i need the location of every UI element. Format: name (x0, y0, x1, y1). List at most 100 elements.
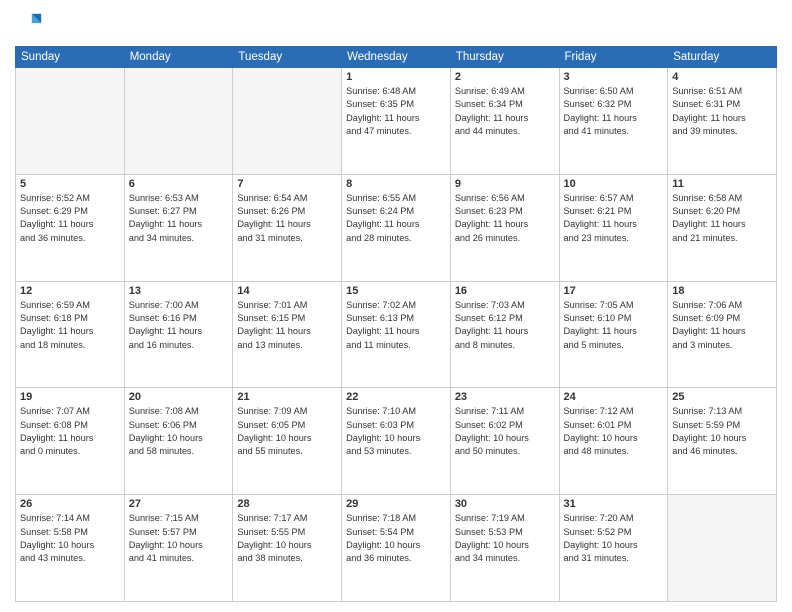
calendar-cell: 24 Sunrise: 7:12 AMSunset: 6:01 PMDayligh… (559, 388, 668, 495)
calendar-cell: 25 Sunrise: 7:13 AMSunset: 5:59 PMDayligh… (668, 388, 777, 495)
calendar-cell: 23 Sunrise: 7:11 AMSunset: 6:02 PMDayligh… (450, 388, 559, 495)
calendar-cell: 11 Sunrise: 6:58 AMSunset: 6:20 PMDayligh… (668, 174, 777, 281)
day-info: Sunrise: 6:49 AMSunset: 6:34 PMDaylight:… (455, 85, 555, 138)
day-info: Sunrise: 6:52 AMSunset: 6:29 PMDaylight:… (20, 192, 120, 245)
day-number: 16 (455, 285, 555, 297)
calendar-cell: 16 Sunrise: 7:03 AMSunset: 6:12 PMDayligh… (450, 281, 559, 388)
day-number: 3 (564, 71, 664, 83)
week-row-4: 19 Sunrise: 7:07 AMSunset: 6:08 PMDayligh… (16, 388, 777, 495)
calendar-table: SundayMondayTuesdayWednesdayThursdayFrid… (15, 46, 777, 602)
day-number: 2 (455, 71, 555, 83)
calendar-cell: 28 Sunrise: 7:17 AMSunset: 5:55 PMDayligh… (233, 495, 342, 602)
calendar-cell: 6 Sunrise: 6:53 AMSunset: 6:27 PMDaylight… (124, 174, 233, 281)
day-number: 6 (129, 178, 229, 190)
calendar-cell: 9 Sunrise: 6:56 AMSunset: 6:23 PMDaylight… (450, 174, 559, 281)
day-number: 17 (564, 285, 664, 297)
calendar-cell: 13 Sunrise: 7:00 AMSunset: 6:16 PMDayligh… (124, 281, 233, 388)
week-row-1: 1 Sunrise: 6:48 AMSunset: 6:35 PMDaylight… (16, 68, 777, 175)
weekday-header-tuesday: Tuesday (233, 47, 342, 68)
calendar-cell: 19 Sunrise: 7:07 AMSunset: 6:08 PMDayligh… (16, 388, 125, 495)
calendar-cell: 20 Sunrise: 7:08 AMSunset: 6:06 PMDayligh… (124, 388, 233, 495)
calendar-cell: 29Sunrise: 7:18 AMSunset: 5:54 PMDayligh… (342, 495, 451, 602)
calendar-cell: 15Sunrise: 7:02 AMSunset: 6:13 PMDayligh… (342, 281, 451, 388)
day-number: 22 (346, 391, 446, 403)
week-row-2: 5 Sunrise: 6:52 AMSunset: 6:29 PMDaylight… (16, 174, 777, 281)
day-info: Sunrise: 6:59 AMSunset: 6:18 PMDaylight:… (20, 299, 120, 352)
day-info: Sunrise: 7:12 AMSunset: 6:01 PMDaylight:… (564, 405, 664, 458)
calendar-cell: 12 Sunrise: 6:59 AMSunset: 6:18 PMDayligh… (16, 281, 125, 388)
day-number: 14 (237, 285, 337, 297)
day-number: 18 (672, 285, 772, 297)
day-number: 29 (346, 498, 446, 510)
calendar-cell: 30 Sunrise: 7:19 AMSunset: 5:53 PMDayligh… (450, 495, 559, 602)
day-number: 9 (455, 178, 555, 190)
calendar-cell: 8 Sunrise: 6:55 AMSunset: 6:24 PMDaylight… (342, 174, 451, 281)
day-info: Sunrise: 7:14 AMSunset: 5:58 PMDaylight:… (20, 512, 120, 565)
day-info: Sunrise: 6:55 AMSunset: 6:24 PMDaylight:… (346, 192, 446, 245)
calendar-cell: 4 Sunrise: 6:51 AMSunset: 6:31 PMDaylight… (668, 68, 777, 175)
day-number: 21 (237, 391, 337, 403)
day-number: 8 (346, 178, 446, 190)
calendar-cell: 2 Sunrise: 6:49 AMSunset: 6:34 PMDaylight… (450, 68, 559, 175)
day-number: 24 (564, 391, 664, 403)
day-number: 19 (20, 391, 120, 403)
day-info: Sunrise: 6:48 AMSunset: 6:35 PMDaylight:… (346, 85, 446, 138)
day-number: 1 (346, 71, 446, 83)
day-info: Sunrise: 7:20 AMSunset: 5:52 PMDaylight:… (564, 512, 664, 565)
day-info: Sunrise: 7:00 AMSunset: 6:16 PMDaylight:… (129, 299, 229, 352)
week-row-3: 12 Sunrise: 6:59 AMSunset: 6:18 PMDayligh… (16, 281, 777, 388)
day-number: 4 (672, 71, 772, 83)
calendar-cell (124, 68, 233, 175)
day-info: Sunrise: 7:06 AMSunset: 6:09 PMDaylight:… (672, 299, 772, 352)
day-number: 26 (20, 498, 120, 510)
day-number: 10 (564, 178, 664, 190)
day-number: 11 (672, 178, 772, 190)
day-info: Sunrise: 6:56 AMSunset: 6:23 PMDaylight:… (455, 192, 555, 245)
calendar-cell: 7 Sunrise: 6:54 AMSunset: 6:26 PMDaylight… (233, 174, 342, 281)
calendar-cell: 31Sunrise: 7:20 AMSunset: 5:52 PMDayligh… (559, 495, 668, 602)
day-number: 23 (455, 391, 555, 403)
day-number: 27 (129, 498, 229, 510)
calendar-cell: 5 Sunrise: 6:52 AMSunset: 6:29 PMDaylight… (16, 174, 125, 281)
day-info: Sunrise: 7:13 AMSunset: 5:59 PMDaylight:… (672, 405, 772, 458)
day-info: Sunrise: 7:17 AMSunset: 5:55 PMDaylight:… (237, 512, 337, 565)
day-info: Sunrise: 7:09 AMSunset: 6:05 PMDaylight:… (237, 405, 337, 458)
calendar-cell: 26 Sunrise: 7:14 AMSunset: 5:58 PMDayligh… (16, 495, 125, 602)
day-info: Sunrise: 7:08 AMSunset: 6:06 PMDaylight:… (129, 405, 229, 458)
day-info: Sunrise: 6:53 AMSunset: 6:27 PMDaylight:… (129, 192, 229, 245)
weekday-header-monday: Monday (124, 47, 233, 68)
day-number: 28 (237, 498, 337, 510)
day-info: Sunrise: 7:07 AMSunset: 6:08 PMDaylight:… (20, 405, 120, 458)
day-info: Sunrise: 6:51 AMSunset: 6:31 PMDaylight:… (672, 85, 772, 138)
weekday-header-wednesday: Wednesday (342, 47, 451, 68)
weekday-header-row: SundayMondayTuesdayWednesdayThursdayFrid… (16, 47, 777, 68)
weekday-header-friday: Friday (559, 47, 668, 68)
calendar-cell: 1 Sunrise: 6:48 AMSunset: 6:35 PMDaylight… (342, 68, 451, 175)
day-info: Sunrise: 7:01 AMSunset: 6:15 PMDaylight:… (237, 299, 337, 352)
day-info: Sunrise: 7:11 AMSunset: 6:02 PMDaylight:… (455, 405, 555, 458)
weekday-header-sunday: Sunday (16, 47, 125, 68)
day-info: Sunrise: 7:02 AMSunset: 6:13 PMDaylight:… (346, 299, 446, 352)
calendar-cell (233, 68, 342, 175)
calendar-cell: 10 Sunrise: 6:57 AMSunset: 6:21 PMDayligh… (559, 174, 668, 281)
day-number: 13 (129, 285, 229, 297)
day-info: Sunrise: 6:54 AMSunset: 6:26 PMDaylight:… (237, 192, 337, 245)
day-number: 30 (455, 498, 555, 510)
calendar-cell (668, 495, 777, 602)
day-number: 25 (672, 391, 772, 403)
day-info: Sunrise: 7:19 AMSunset: 5:53 PMDaylight:… (455, 512, 555, 565)
day-info: Sunrise: 6:58 AMSunset: 6:20 PMDaylight:… (672, 192, 772, 245)
weekday-header-saturday: Saturday (668, 47, 777, 68)
page: SundayMondayTuesdayWednesdayThursdayFrid… (0, 0, 792, 612)
day-number: 20 (129, 391, 229, 403)
day-info: Sunrise: 6:57 AMSunset: 6:21 PMDaylight:… (564, 192, 664, 245)
day-number: 12 (20, 285, 120, 297)
calendar-cell: 3Sunrise: 6:50 AMSunset: 6:32 PMDaylight… (559, 68, 668, 175)
weekday-header-thursday: Thursday (450, 47, 559, 68)
logo (15, 10, 47, 38)
day-number: 5 (20, 178, 120, 190)
calendar-cell: 18 Sunrise: 7:06 AMSunset: 6:09 PMDayligh… (668, 281, 777, 388)
calendar-cell: 17Sunrise: 7:05 AMSunset: 6:10 PMDayligh… (559, 281, 668, 388)
day-info: Sunrise: 7:03 AMSunset: 6:12 PMDaylight:… (455, 299, 555, 352)
day-number: 7 (237, 178, 337, 190)
